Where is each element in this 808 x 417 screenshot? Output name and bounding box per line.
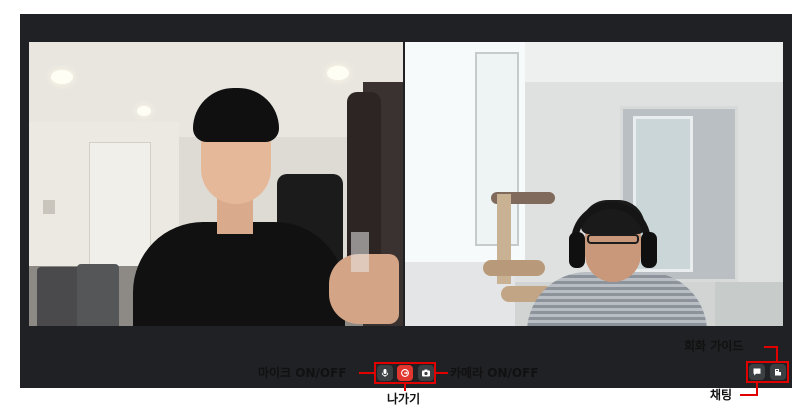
headset-earcup	[641, 232, 657, 268]
headset-earcup	[569, 232, 585, 268]
participant-video-tile-1	[29, 42, 403, 326]
camera-annotation-label: 카메라 ON/OFF	[450, 366, 539, 380]
ceiling-light	[51, 70, 73, 84]
chair	[77, 264, 119, 326]
camera-callout-line	[436, 372, 448, 374]
participant-video-tile-2	[405, 42, 783, 326]
leave-annotation-label: 나가기	[387, 392, 421, 406]
ceiling	[515, 42, 783, 82]
media-controls-highlight	[374, 362, 436, 384]
blanket	[715, 282, 783, 326]
chat-callout-line-h	[740, 394, 758, 396]
chat-annotation-label: 채팅	[710, 388, 733, 402]
side-controls-highlight	[746, 361, 789, 383]
shirt-logo	[351, 232, 369, 272]
glasses	[587, 234, 639, 244]
wall-panel	[43, 200, 55, 214]
mic-annotation-label: 마이크 ON/OFF	[258, 366, 347, 380]
cat-tower-platform	[483, 260, 545, 276]
leave-callout-line	[404, 383, 406, 391]
guide-callout-line	[776, 346, 778, 362]
participant-body	[133, 222, 345, 326]
mic-callout-line	[359, 372, 374, 374]
ceiling-light	[137, 106, 151, 116]
guide-annotation-label: 회화 가이드	[684, 339, 744, 353]
video-call-window	[20, 14, 792, 388]
ceiling-light	[327, 66, 349, 80]
